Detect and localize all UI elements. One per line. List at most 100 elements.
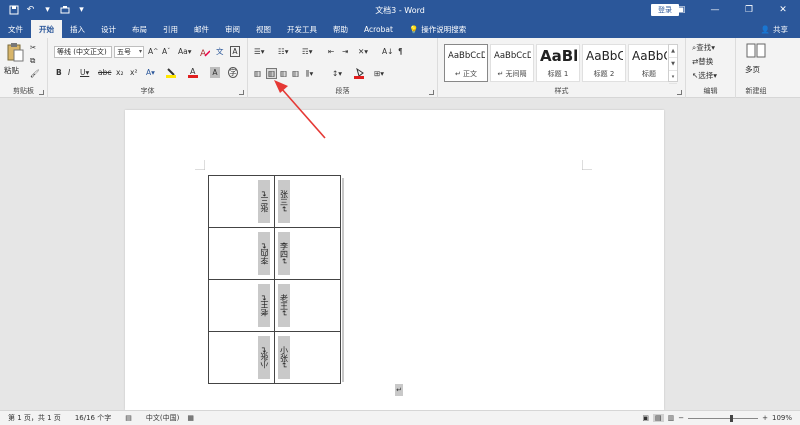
char-shading-icon[interactable]: A <box>210 67 220 78</box>
font-size-combo[interactable]: 五号 ▾ <box>114 46 144 58</box>
styles-launcher-icon[interactable] <box>677 90 682 95</box>
tab-home[interactable]: 开始 <box>31 20 62 38</box>
style-no-spacing[interactable]: AaBbCcDc ↵ 无间隔 <box>490 44 534 82</box>
scroll-down-icon[interactable]: ▼ <box>669 58 677 71</box>
text-effects-icon[interactable]: A▾ <box>146 67 155 78</box>
zoom-slider-thumb[interactable] <box>730 414 734 422</box>
replace-button[interactable]: ⇄ 替换 <box>692 56 713 67</box>
table-cell[interactable]: 小张↵ <box>274 331 341 384</box>
clear-format-icon[interactable]: A <box>200 46 210 57</box>
zoom-out-icon[interactable]: − <box>678 414 684 422</box>
font-name-combo[interactable]: 等线 (中文正文) <box>54 46 112 58</box>
tab-design[interactable]: 设计 <box>93 20 124 38</box>
line-spacing-icon[interactable]: ↕▾ <box>332 68 342 79</box>
table-column-edge[interactable] <box>342 178 344 382</box>
multipage-button[interactable] <box>746 43 766 61</box>
share-button[interactable]: 👤 共享 <box>761 24 788 35</box>
word-count[interactable]: 16/16 个字 <box>75 413 111 423</box>
page-count[interactable]: 第 1 页，共 1 页 <box>8 413 61 423</box>
font-color-icon[interactable]: A <box>188 67 200 78</box>
copy-icon[interactable]: ⧉ <box>30 55 35 66</box>
vertical-align-top-icon[interactable]: ▥ <box>254 68 261 79</box>
multilevel-list-icon[interactable]: ☶▾ <box>302 46 313 57</box>
minimize-icon[interactable]: — <box>698 0 732 20</box>
tab-file[interactable]: 文件 <box>0 20 31 38</box>
increase-indent-icon[interactable]: ⇥ <box>342 46 348 57</box>
maximize-icon[interactable]: ❐ <box>732 0 766 20</box>
bold-icon[interactable]: B <box>56 67 62 78</box>
document-table[interactable]: 张三↵ 张三↵ 李四↵ 李四↵ 老王↵ 老王↵ 小张↵ 小张↵ <box>208 175 341 384</box>
tab-layout[interactable]: 布局 <box>124 20 155 38</box>
underline-icon[interactable]: U▾ <box>80 67 89 78</box>
zoom-in-icon[interactable]: + <box>762 414 768 422</box>
vertical-align-center-icon[interactable]: ▥ <box>266 68 277 79</box>
language-indicator[interactable]: 中文(中国) <box>146 413 179 423</box>
paste-button[interactable] <box>6 42 24 62</box>
scroll-up-icon[interactable]: ▲ <box>669 45 677 58</box>
shading-icon[interactable] <box>354 68 368 79</box>
tell-me-search[interactable]: 💡 操作说明搜索 <box>401 20 474 38</box>
save-icon[interactable] <box>8 5 19 16</box>
format-painter-icon[interactable]: 🖌 <box>30 68 40 79</box>
superscript-icon[interactable]: x² <box>130 67 137 78</box>
tab-references[interactable]: 引用 <box>155 20 186 38</box>
cut-icon[interactable]: ✂ <box>30 42 36 53</box>
style-heading-1[interactable]: AaBl 标题 1 <box>536 44 580 82</box>
chinese-layout-icon[interactable]: ✕▾ <box>358 46 368 57</box>
highlight-icon[interactable] <box>166 67 180 78</box>
bullets-icon[interactable]: ☰▾ <box>254 46 265 57</box>
sort-icon[interactable]: A↓ <box>382 46 393 57</box>
document-area[interactable] <box>0 98 800 410</box>
align-distribute-icon[interactable]: ▥ <box>292 68 299 79</box>
undo-icon[interactable]: ↶ <box>25 5 36 16</box>
borders-icon[interactable]: ⊞▾ <box>374 68 384 79</box>
grow-font-icon[interactable]: A ^ <box>148 46 158 57</box>
strikethrough-icon[interactable]: abc <box>98 67 111 78</box>
ribbon-display-icon[interactable]: ▣ <box>664 0 698 20</box>
phonetic-guide-icon[interactable]: 文 <box>216 46 224 57</box>
change-case-icon[interactable]: Aa▾ <box>178 46 192 57</box>
web-layout-icon[interactable]: ▥ <box>668 414 675 422</box>
print-preview-icon[interactable] <box>59 5 70 16</box>
vertical-align-bottom-icon[interactable]: ▥ <box>280 68 287 79</box>
table-cell[interactable]: 张三↵ <box>208 175 275 228</box>
enclose-char-icon[interactable]: 字 <box>228 67 238 78</box>
dropdown-arrow-icon[interactable]: ▾ <box>42 5 53 16</box>
table-cell[interactable]: 老王↵ <box>274 279 341 332</box>
italic-icon[interactable]: I <box>68 67 70 78</box>
clipboard-launcher-icon[interactable] <box>39 90 44 95</box>
tab-mailings[interactable]: 邮件 <box>186 20 217 38</box>
tab-view[interactable]: 视图 <box>248 20 279 38</box>
font-launcher-icon[interactable] <box>239 90 244 95</box>
find-button[interactable]: ⌕ 查找 ▾ <box>692 42 715 53</box>
text-direction-icon[interactable]: ⫼▾ <box>306 68 313 79</box>
table-cell[interactable]: 老王↵ <box>208 279 275 332</box>
table-cell[interactable]: 李四↵ <box>208 227 275 280</box>
zoom-level[interactable]: 109% <box>772 414 792 422</box>
tab-review[interactable]: 审阅 <box>217 20 248 38</box>
table-cell[interactable]: 张三↵ <box>274 175 341 228</box>
macro-record-icon[interactable]: ▦ <box>187 414 194 422</box>
more-styles-icon[interactable]: ▾ <box>669 71 677 84</box>
proofing-icon[interactable]: ▤ <box>125 414 132 422</box>
subscript-icon[interactable]: x₂ <box>116 67 123 78</box>
select-button[interactable]: ↖ 选择 ▾ <box>692 70 717 81</box>
tab-developer[interactable]: 开发工具 <box>279 20 325 38</box>
numbering-icon[interactable]: ☷▾ <box>278 46 289 57</box>
close-icon[interactable]: ✕ <box>766 0 800 20</box>
shrink-font-icon[interactable]: Aˇ <box>162 46 170 57</box>
tab-help[interactable]: 帮助 <box>325 20 356 38</box>
read-mode-icon[interactable]: ▣ <box>642 414 649 422</box>
style-heading-2[interactable]: AaBbC 标题 2 <box>582 44 626 82</box>
styles-scrollbar[interactable]: ▲ ▼ ▾ <box>668 44 678 84</box>
paragraph-launcher-icon[interactable] <box>429 90 434 95</box>
document-page[interactable] <box>125 110 664 410</box>
zoom-slider[interactable] <box>688 414 759 422</box>
print-layout-icon[interactable]: ▤ <box>652 414 664 422</box>
tab-acrobat[interactable]: Acrobat <box>356 20 401 38</box>
char-border-icon[interactable]: A <box>230 46 240 57</box>
table-cell[interactable]: 小张↵ <box>208 331 275 384</box>
decrease-indent-icon[interactable]: ⇤ <box>328 46 334 57</box>
table-cell[interactable]: 李四↵ <box>274 227 341 280</box>
style-title[interactable]: AaBbC 标题 <box>628 44 670 82</box>
